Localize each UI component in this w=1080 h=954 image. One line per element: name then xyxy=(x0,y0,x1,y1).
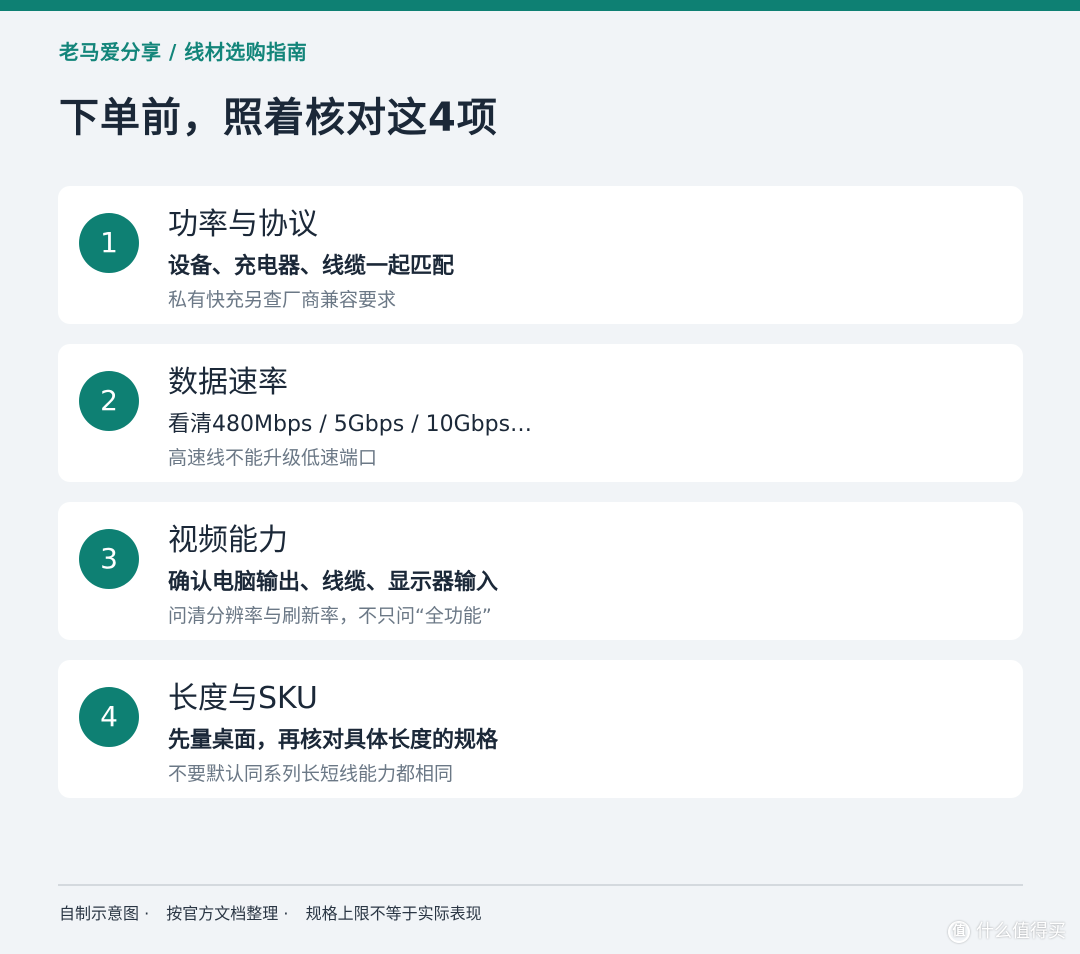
card-note: 高速线不能升级低速端口 xyxy=(168,447,378,469)
card-note: 私有快充另查厂商兼容要求 xyxy=(168,289,397,311)
footer-text-3: 规格上限不等于实际表现 xyxy=(305,904,482,923)
card-main-text: 先量桌面，再核对具体长度的规格 xyxy=(168,728,499,753)
watermark: 值 什么值得买 xyxy=(948,920,1066,944)
card-note: 问清分辨率与刷新率，不只问“全功能” xyxy=(168,605,492,627)
step-number-badge: 3 xyxy=(79,529,139,589)
checklist-card-2: 2 数据速率 看清480Mbps / 5Gbps / 10Gbps… 高速线不能… xyxy=(58,344,1023,482)
footer-note: 自制示意图 · 按官方文档整理 · 规格上限不等于实际表现 xyxy=(59,902,482,926)
page: 老马爱分享 / 线材选购指南 下单前，照着核对这4项 1 功率与协议 设备、充电… xyxy=(0,0,1080,954)
breadcrumb: 老马爱分享 / 线材选购指南 xyxy=(59,40,308,64)
page-title: 下单前，照着核对这4项 xyxy=(59,95,498,141)
top-accent-bar xyxy=(0,0,1080,11)
card-title: 功率与协议 xyxy=(168,207,318,242)
step-number-badge: 1 xyxy=(79,213,139,273)
card-note: 不要默认同系列长短线能力都相同 xyxy=(168,763,454,785)
footer-text-1: 自制示意图 · xyxy=(59,904,150,923)
card-main-text: 看清480Mbps / 5Gbps / 10Gbps… xyxy=(168,412,533,437)
card-title: 长度与SKU xyxy=(168,681,318,716)
card-title: 数据速率 xyxy=(168,365,288,400)
card-main-text: 确认电脑输出、线缆、显示器输入 xyxy=(168,570,499,595)
checklist-card-3: 3 视频能力 确认电脑输出、线缆、显示器输入 问清分辨率与刷新率，不只问“全功能… xyxy=(58,502,1023,640)
card-main-text: 设备、充电器、线缆一起匹配 xyxy=(168,254,455,279)
watermark-text: 什么值得买 xyxy=(976,921,1066,942)
card-title: 视频能力 xyxy=(168,523,288,558)
checklist: 1 功率与协议 设备、充电器、线缆一起匹配 私有快充另查厂商兼容要求 2 数据速… xyxy=(58,186,1023,818)
watermark-logo-icon: 值 xyxy=(948,921,970,943)
step-number-badge: 4 xyxy=(79,687,139,747)
checklist-card-1: 1 功率与协议 设备、充电器、线缆一起匹配 私有快充另查厂商兼容要求 xyxy=(58,186,1023,324)
footer-divider xyxy=(58,884,1023,886)
footer-text-2: 按官方文档整理 · xyxy=(166,904,289,923)
checklist-card-4: 4 长度与SKU 先量桌面，再核对具体长度的规格 不要默认同系列长短线能力都相同 xyxy=(58,660,1023,798)
step-number-badge: 2 xyxy=(79,371,139,431)
